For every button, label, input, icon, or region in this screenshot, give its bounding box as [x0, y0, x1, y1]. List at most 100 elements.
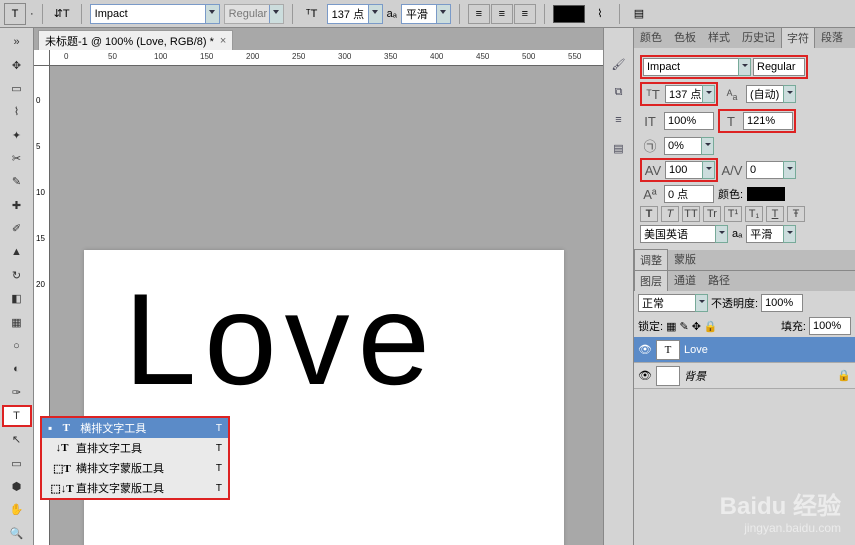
fill-label: 填充:: [781, 318, 806, 334]
tracking-icon: AV: [643, 163, 663, 178]
text-color-swatch[interactable]: [553, 5, 585, 23]
strip-icon-1[interactable]: 🖌: [604, 50, 633, 78]
healing-tool[interactable]: ✚: [2, 195, 32, 216]
tracking-input[interactable]: 100: [665, 161, 715, 179]
3d-tool[interactable]: ⬢: [2, 476, 32, 497]
strikethrough-button[interactable]: Ŧ: [787, 206, 805, 222]
font-style-select[interactable]: Regular: [224, 4, 284, 24]
align-center-button[interactable]: ≡: [491, 4, 513, 24]
smallcaps-button[interactable]: Tr: [703, 206, 721, 222]
hscale-icon: T: [721, 114, 741, 129]
canvas-text[interactable]: Love: [124, 264, 438, 414]
vertical-type-mask-item[interactable]: ⬚↓T 直排文字蒙版工具T: [42, 478, 228, 498]
font-size-select[interactable]: 137 点: [327, 4, 383, 24]
tab-adjust[interactable]: 调整: [634, 249, 668, 270]
char-color-swatch[interactable]: [747, 187, 785, 201]
canvas[interactable]: Love: [84, 250, 564, 545]
layer-row[interactable]: 👁 T Love: [634, 337, 855, 363]
tab-paths[interactable]: 路径: [702, 269, 736, 291]
shape-tool[interactable]: ▭: [2, 452, 32, 473]
character-panel-toggle[interactable]: ▤: [628, 3, 650, 25]
pen-tool[interactable]: ✑: [2, 382, 32, 403]
tab-character[interactable]: 字符: [781, 27, 815, 48]
baseline-input[interactable]: 0%: [664, 137, 714, 155]
strip-icon-3[interactable]: ≡: [604, 106, 633, 134]
dodge-tool[interactable]: ◐: [2, 358, 32, 379]
tab-history[interactable]: 历史记: [736, 26, 781, 48]
blend-mode-select[interactable]: 正常: [638, 294, 708, 312]
history-brush-tool[interactable]: ↻: [2, 265, 32, 286]
hscale-input[interactable]: 121%: [743, 112, 793, 130]
bold-button[interactable]: T: [640, 206, 658, 222]
lasso-tool[interactable]: ⌇: [2, 101, 32, 122]
crop-tool[interactable]: ✂: [2, 148, 32, 169]
orientation-toggle[interactable]: ⇵T: [51, 3, 73, 25]
char-style-select[interactable]: Regular: [753, 58, 805, 76]
tab-layers[interactable]: 图层: [634, 270, 668, 291]
char-size-input[interactable]: 137 点: [665, 85, 715, 103]
char-leading-input[interactable]: (自动): [746, 85, 796, 103]
align-group: ≡ ≡ ≡: [468, 4, 536, 24]
tab-color[interactable]: 颜色: [634, 26, 668, 48]
opacity-input[interactable]: 100%: [761, 294, 803, 312]
subscript-button[interactable]: T₁: [745, 206, 763, 222]
lang-select[interactable]: 美国英语: [640, 225, 728, 243]
aa-select[interactable]: 平滑: [401, 4, 451, 24]
close-icon[interactable]: ×: [220, 35, 226, 47]
tool-preset-text[interactable]: T: [4, 3, 26, 25]
eyedropper-tool[interactable]: ✎: [2, 171, 32, 192]
character-panel: Impact Regular ᵀT 137 点 ᴬₐ (自动) IT: [634, 48, 855, 250]
align-right-button[interactable]: ≡: [514, 4, 536, 24]
underline-button[interactable]: T: [766, 206, 784, 222]
path-selection-tool[interactable]: ↖: [2, 429, 32, 450]
vertical-type-tool-item[interactable]: ↓T 直排文字工具T: [42, 438, 228, 458]
vscale-input[interactable]: 100%: [664, 112, 714, 130]
layer-thumbnail: T: [656, 340, 680, 360]
blur-tool[interactable]: ○: [2, 335, 32, 356]
tab-paragraph[interactable]: 段落: [815, 26, 849, 48]
visibility-icon[interactable]: 👁: [638, 369, 652, 382]
hand-tool[interactable]: ✋: [2, 499, 32, 520]
stamp-tool[interactable]: ▲: [2, 241, 32, 262]
expand-icon[interactable]: »: [2, 31, 32, 52]
opacity-label: 不透明度:: [711, 295, 758, 311]
tab-channels[interactable]: 通道: [668, 269, 702, 291]
document-tab[interactable]: 未标题-1 @ 100% (Love, RGB/8) * ×: [38, 30, 233, 50]
kern-input[interactable]: 0: [746, 161, 796, 179]
style-buttons: T T TT Tr T¹ T₁ T Ŧ: [640, 206, 849, 222]
strip-icon-4[interactable]: ▤: [604, 134, 633, 162]
marquee-tool[interactable]: ▭: [2, 78, 32, 99]
horizontal-type-mask-item[interactable]: ⬚T 横排文字蒙版工具T: [42, 458, 228, 478]
superscript-button[interactable]: T¹: [724, 206, 742, 222]
tab-styles[interactable]: 样式: [702, 26, 736, 48]
strip-icon-2[interactable]: ⧉: [604, 78, 633, 106]
font-family-select[interactable]: Impact: [90, 4, 220, 24]
lock-trans-icon[interactable]: ▦: [666, 320, 676, 333]
tab-mask[interactable]: 蒙版: [668, 248, 702, 270]
type-tool[interactable]: T: [2, 405, 32, 427]
char-tabs: 颜色 色板 样式 历史记 字符 段落: [634, 28, 855, 48]
horizontal-type-tool-item[interactable]: ▪T 横排文字工具T: [42, 418, 228, 438]
zoom-tool[interactable]: 🔍: [2, 523, 32, 544]
magic-wand-tool[interactable]: ✦: [2, 125, 32, 146]
lang-aa-select[interactable]: 平滑: [746, 225, 796, 243]
lock-pos-icon[interactable]: ✥: [692, 320, 701, 333]
char-font-select[interactable]: Impact: [643, 58, 751, 76]
move-tool[interactable]: ✥: [2, 54, 32, 75]
fill-input[interactable]: 100%: [809, 317, 851, 335]
allcaps-button[interactable]: TT: [682, 206, 700, 222]
brush-tool[interactable]: ✐: [2, 218, 32, 239]
eraser-tool[interactable]: ◧: [2, 288, 32, 309]
layer-row[interactable]: 👁 背景 🔒: [634, 363, 855, 389]
size-icon: ᵀT: [301, 3, 323, 25]
shift-input[interactable]: 0 点: [664, 185, 714, 203]
tab-swatches[interactable]: 色板: [668, 26, 702, 48]
align-left-button[interactable]: ≡: [468, 4, 490, 24]
lock-pixel-icon[interactable]: ✎: [679, 320, 688, 333]
visibility-icon[interactable]: 👁: [638, 343, 652, 356]
options-bar: T · ⇵T Impact Regular ᵀT 137 点 aₐ 平滑 ≡ ≡…: [0, 0, 855, 28]
italic-button[interactable]: T: [661, 206, 679, 222]
lock-all-icon[interactable]: 🔒: [704, 320, 718, 333]
gradient-tool[interactable]: ▦: [2, 312, 32, 333]
warp-text-button[interactable]: ⌇: [589, 3, 611, 25]
